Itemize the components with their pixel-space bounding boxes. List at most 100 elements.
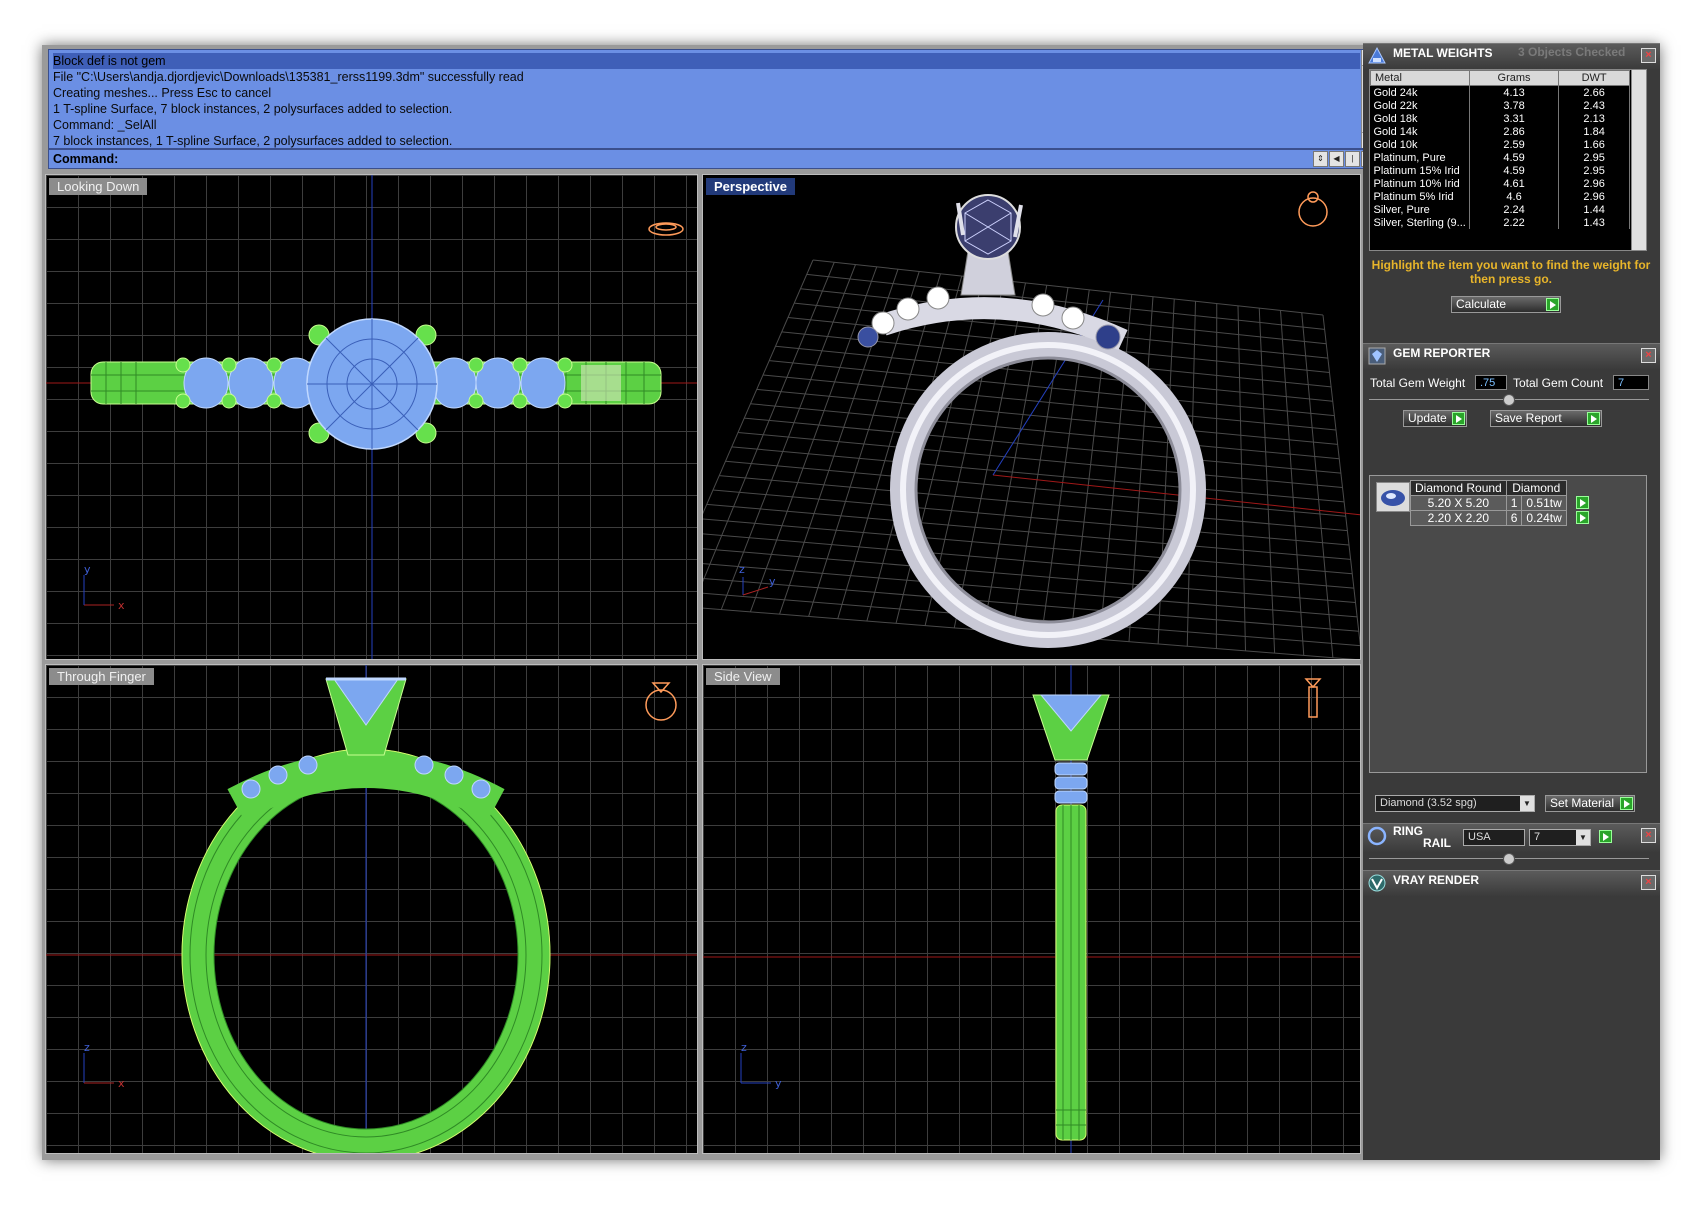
chevron-down-icon[interactable]: ▼ (1576, 830, 1590, 845)
calculate-label: Calculate (1456, 297, 1507, 311)
objects-checked-status: 3 Objects Checked (1518, 45, 1626, 59)
update-button[interactable]: Update (1403, 410, 1467, 427)
metal-name-cell: Platinum 15% Irid (1370, 164, 1470, 177)
metal-value-cell: 2.96 (1558, 190, 1630, 203)
metal-value-cell: 1.44 (1558, 203, 1630, 216)
metal-column-header[interactable]: Metal (1370, 70, 1470, 86)
metal-row[interactable]: Gold 24k 4.13 2.66 (1370, 85, 1630, 99)
svg-text:z: z (84, 1041, 90, 1054)
metal-value-cell: 4.13 (1469, 85, 1560, 99)
divider-icon[interactable]: | (1345, 151, 1360, 167)
gem-reporter-title: GEM REPORTER (1393, 346, 1491, 360)
command-history-line: 7 block instances, 1 T-spline Surface, 2… (53, 134, 453, 148)
close-icon[interactable]: × (1641, 875, 1656, 890)
ring-rail-slider-knob[interactable] (1503, 853, 1515, 865)
metal-weights-table[interactable]: Metal Grams DWT Gold 24k 4.13 2.66 Gold 22k 3.… (1369, 69, 1647, 251)
ring-size-select[interactable]: 7 ▼ (1529, 829, 1591, 846)
chevron-down-icon[interactable]: ▼ (1520, 796, 1534, 811)
metal-value-cell: 2.86 (1469, 125, 1560, 138)
go-icon[interactable] (1599, 830, 1612, 843)
go-icon[interactable] (1587, 412, 1600, 425)
viewport-through-finger[interactable]: Through Finger z x (45, 664, 698, 1154)
metal-row[interactable]: Platinum 10% Irid 4.61 2.96 (1370, 177, 1630, 190)
ring-orientation-icon (1298, 191, 1328, 227)
go-icon[interactable] (1575, 495, 1589, 509)
gem-row[interactable]: 5.20 X 5.20 1 0.51tw (1410, 495, 1590, 511)
metal-value-cell: 4.59 (1469, 151, 1560, 164)
close-icon[interactable]: × (1641, 48, 1656, 63)
metal-row[interactable]: Platinum 5% Irid 4.6 2.96 (1370, 190, 1630, 203)
metal-row[interactable]: Silver, Sterling (9... 2.22 1.43 (1370, 216, 1630, 229)
metal-table-scrollbar[interactable] (1631, 70, 1646, 250)
metal-value-cell: 1.66 (1558, 138, 1630, 151)
go-icon[interactable] (1576, 510, 1590, 524)
metal-value-cell: 4.6 (1469, 190, 1560, 203)
metal-name-cell: Gold 18k (1370, 112, 1470, 125)
command-history[interactable]: Block def is not gem File "C:\Users\andja… (48, 49, 1379, 149)
metal-name-cell: Gold 22k (1370, 99, 1470, 112)
metal-weights-hint: Highlight the item you want to find the … (1371, 258, 1651, 286)
ring-region-select[interactable]: USA (1463, 829, 1525, 846)
metal-name-cell: Silver, Sterling (9... (1370, 216, 1470, 229)
go-icon[interactable] (1620, 797, 1633, 810)
calculate-button[interactable]: Calculate (1451, 296, 1561, 313)
scroll-left-icon[interactable]: ◀ (1329, 151, 1344, 167)
go-icon[interactable] (1452, 412, 1465, 425)
ring-rail-title-1: RING (1393, 824, 1423, 838)
gem-list[interactable]: Diamond Round Diamond 5.20 X 5.20 1 0.51tw 2… (1369, 475, 1647, 773)
metal-column-header[interactable]: DWT (1558, 70, 1630, 86)
metal-value-cell: 2.59 (1469, 138, 1560, 151)
gem-slider-knob[interactable] (1503, 394, 1515, 406)
set-material-button[interactable]: Set Material (1545, 795, 1635, 812)
command-input[interactable] (133, 151, 1323, 167)
metal-row[interactable]: Platinum, Pure 4.59 2.95 (1370, 151, 1630, 164)
material-select[interactable]: Diamond (3.52 spg) ▼ (1375, 795, 1535, 812)
svg-text:z: z (739, 563, 745, 576)
viewport-perspective[interactable]: Perspective z y (702, 174, 1361, 660)
metal-row[interactable]: Gold 18k 3.31 2.13 (1370, 112, 1630, 125)
spin-icon[interactable]: ⇕ (1313, 151, 1328, 167)
rhino-matrix-window: Block def is not gem File "C:\Users\andja… (42, 43, 1660, 1160)
ring-region-value: USA (1468, 831, 1491, 843)
metal-row[interactable]: Gold 14k 2.86 1.84 (1370, 125, 1630, 138)
gem-row[interactable]: 2.20 X 2.20 6 0.24tw (1410, 510, 1590, 526)
metal-row[interactable]: Gold 10k 2.59 1.66 (1370, 138, 1630, 151)
viewport-label[interactable]: Looking Down (49, 178, 148, 195)
metal-value-cell: 2.13 (1558, 112, 1630, 125)
viewport-label[interactable]: Side View (706, 668, 780, 685)
vray-icon (1368, 874, 1386, 892)
command-history-line: Block def is not gem (53, 53, 1360, 69)
gem-size-cell: 2.20 X 2.20 (1410, 510, 1507, 526)
metal-column-header[interactable]: Grams (1468, 70, 1560, 86)
metal-row[interactable]: Platinum 15% Irid 4.59 2.95 (1370, 164, 1630, 177)
metal-weights-title: METAL WEIGHTS (1393, 46, 1493, 60)
gem-count-cell: 1 (1505, 495, 1523, 511)
svg-text:y: y (769, 575, 776, 588)
ring-rail-icon (1367, 826, 1387, 846)
gem-reporter-icon (1368, 347, 1386, 365)
svg-text:y: y (84, 563, 91, 576)
vray-render-header: VRAY RENDER × (1363, 870, 1660, 896)
metal-row[interactable]: Silver, Pure 2.24 1.44 (1370, 203, 1630, 216)
metal-value-cell: 1.84 (1558, 125, 1630, 138)
command-history-line: Creating meshes... Press Esc to cancel (53, 86, 272, 100)
material-select-value: Diamond (3.52 spg) (1380, 797, 1477, 809)
metal-value-cell: 4.59 (1469, 164, 1560, 177)
metal-value-cell: 2.95 (1558, 164, 1630, 177)
viewport-side-view[interactable]: Side View z y (702, 664, 1361, 1154)
looking-down-render: y x (46, 175, 697, 659)
save-report-button[interactable]: Save Report (1490, 410, 1602, 427)
viewport-label[interactable]: Perspective (706, 178, 795, 195)
metal-row[interactable]: Gold 22k 3.78 2.43 (1370, 99, 1630, 112)
close-icon[interactable]: × (1641, 828, 1656, 843)
go-icon[interactable] (1546, 298, 1559, 311)
plugin-panel: METAL WEIGHTS 3 Objects Checked × Metal G… (1363, 43, 1660, 1160)
svg-text:x: x (118, 599, 125, 612)
command-history-line: Command: _SelAll (53, 118, 157, 132)
viewport-looking-down[interactable]: Looking Down y x (45, 174, 698, 660)
viewport-label[interactable]: Through Finger (49, 668, 154, 685)
command-line: Command: ⇕ ◀ | ▶ (48, 149, 1379, 169)
close-icon[interactable]: × (1641, 348, 1656, 363)
svg-text:x: x (118, 1077, 125, 1090)
gem-size-cell: 5.20 X 5.20 (1410, 495, 1507, 511)
